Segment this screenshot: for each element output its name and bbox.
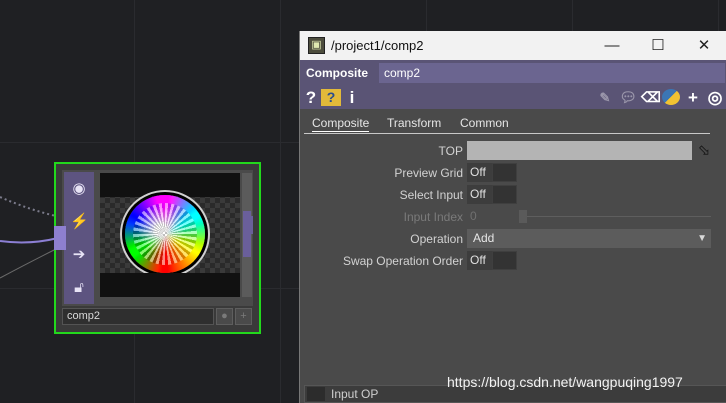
param-swap-order: Swap Operation Order Off — [300, 250, 726, 272]
param-operation-label: Operation — [410, 232, 463, 246]
param-top: TOP ⬂ — [300, 140, 726, 162]
input-wire — [0, 237, 59, 244]
python-help-icon[interactable]: ? — [321, 89, 341, 106]
parameter-tabs: Composite Transform Common — [304, 114, 710, 134]
output-connector[interactable] — [243, 216, 253, 234]
minimize-button[interactable]: — — [589, 31, 635, 60]
tab-composite[interactable]: Composite — [312, 116, 370, 132]
preview-grid-value[interactable]: Off — [467, 163, 492, 182]
tab-transform[interactable]: Transform — [387, 116, 441, 130]
operator-type: Composite — [306, 66, 369, 80]
operator-header: Composite comp2 — [300, 60, 726, 86]
clear-icon[interactable]: ⌫ — [641, 87, 661, 108]
swap-order-value[interactable]: Off — [467, 251, 492, 270]
param-select-input-label: Select Input — [399, 188, 463, 202]
input-index-track[interactable] — [527, 216, 711, 217]
tab-common[interactable]: Common — [460, 116, 509, 130]
viewer-toggle-icon[interactable]: ● — [216, 308, 233, 325]
param-select-input: Select Input Off — [300, 184, 726, 206]
window-titlebar[interactable]: ▣ /project1/comp2 — ☐ ✕ — [300, 31, 726, 60]
param-preview-grid-label: Preview Grid — [394, 166, 463, 180]
info-icon[interactable]: i — [346, 87, 358, 108]
param-input-index: Input Index 0 — [300, 206, 726, 228]
chevron-down-icon[interactable]: ▼ — [697, 229, 707, 248]
preview-band-bottom — [100, 273, 240, 297]
node-scrollbar[interactable] — [242, 173, 252, 297]
secondary-wire — [0, 247, 59, 279]
preview-grid-box[interactable] — [492, 163, 517, 182]
python-icon[interactable] — [662, 89, 680, 105]
comp2-node[interactable]: ◉ ⚡ ➔ 🔓︎ comp2 ● + — [54, 162, 261, 334]
param-operation: Operation Add ▼ — [300, 228, 726, 250]
bypass-icon[interactable]: ⚡ — [70, 214, 89, 229]
maximize-button[interactable]: ☐ — [635, 31, 681, 60]
input-index-slider[interactable]: 0 — [467, 207, 711, 226]
parameter-window: ▣ /project1/comp2 — ☐ ✕ Composite comp2 … — [299, 31, 726, 403]
preview-image — [125, 195, 205, 273]
param-swap-order-label: Swap Operation Order — [342, 254, 463, 268]
select-input-value[interactable]: Off — [467, 185, 492, 204]
target-icon[interactable]: ◎ — [705, 87, 725, 108]
add-icon[interactable]: + — [235, 308, 252, 325]
lock-icon[interactable]: 🔓︎ — [70, 280, 88, 295]
node-footer: comp2 ● + — [62, 306, 253, 326]
operation-value[interactable]: Add — [473, 231, 494, 245]
swap-order-box[interactable] — [492, 251, 517, 270]
node-preview — [100, 173, 240, 297]
edit-icon[interactable]: ✎ — [597, 87, 613, 108]
param-input-index-label: Input Index — [403, 210, 463, 224]
input-op-label: Input OP — [331, 387, 379, 401]
swap-order-toggle[interactable]: Off — [467, 251, 517, 270]
input-index-value[interactable]: 0 — [470, 209, 477, 223]
display-arrow-icon[interactable]: ➔ — [70, 247, 88, 262]
input-index-handle[interactable] — [519, 210, 527, 223]
node-name-field[interactable]: comp2 — [62, 308, 214, 325]
select-input-box[interactable] — [492, 185, 517, 204]
window-title: /project1/comp2 — [331, 38, 424, 53]
parameter-toolbar: ? ? i ✎ 💬︎ ⌫ + ◎ — [300, 86, 726, 109]
comment-icon[interactable]: 💬︎ — [618, 87, 638, 108]
close-button[interactable]: ✕ — [681, 31, 726, 60]
op-drop-arrow-icon[interactable]: ⬂ — [693, 140, 715, 162]
param-preview-grid: Preview Grid Off — [300, 162, 726, 184]
param-top-label: TOP — [438, 144, 463, 158]
select-input-toggle[interactable]: Off — [467, 185, 517, 204]
dotted-wire — [0, 196, 57, 217]
add-parameter-icon[interactable]: + — [684, 87, 702, 108]
operator-name-field[interactable]: comp2 — [379, 63, 725, 83]
node-flag-bar: ◉ ⚡ ➔ 🔓︎ — [64, 172, 94, 304]
preview-band-top — [100, 173, 240, 197]
viewer-icon[interactable]: ◉ — [70, 181, 88, 196]
input-connector[interactable] — [54, 226, 66, 250]
top-field[interactable] — [467, 141, 692, 160]
help-icon[interactable]: ? — [304, 87, 318, 108]
operation-dropdown[interactable]: Add ▼ — [467, 229, 711, 248]
node-body: ◉ ⚡ ➔ 🔓︎ — [62, 170, 253, 306]
watermark: https://blog.csdn.net/wangpuqing1997 — [447, 374, 683, 390]
preview-grid-toggle[interactable]: Off — [467, 163, 517, 182]
app-icon: ▣ — [308, 37, 325, 54]
input-op-checkbox[interactable] — [307, 387, 325, 401]
